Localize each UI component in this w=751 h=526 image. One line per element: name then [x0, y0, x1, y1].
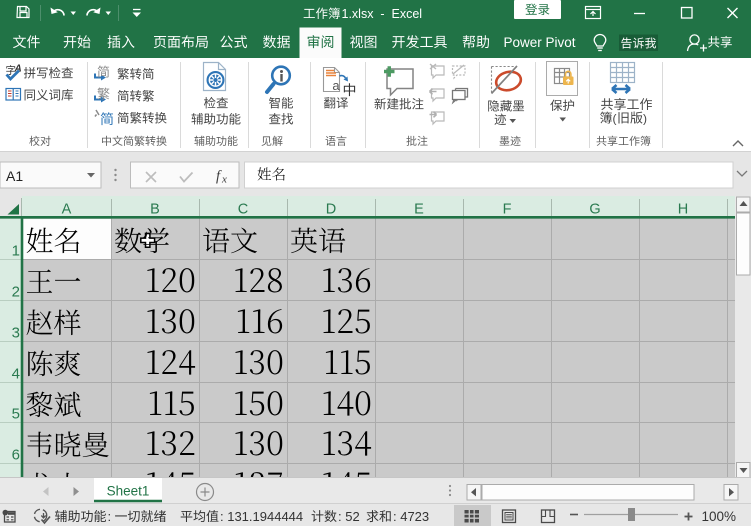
svg-text:5: 5	[12, 406, 20, 423]
svg-text:1: 1	[12, 243, 20, 260]
svg-text:2: 2	[12, 284, 20, 301]
svg-text::: :	[108, 509, 115, 524]
svg-text:3: 3	[12, 325, 20, 342]
svg-text:: 52: : 52	[338, 509, 360, 524]
svg-text:100%: 100%	[701, 509, 736, 524]
svg-text:F: F	[503, 202, 512, 218]
svg-text:): )	[643, 112, 647, 126]
svg-text:: 4723: : 4723	[393, 509, 429, 524]
svg-text:A: A	[14, 64, 22, 75]
svg-text:C: C	[238, 202, 248, 218]
svg-text:1.xlsx - Excel: 1.xlsx - Excel	[342, 7, 423, 21]
svg-text:G: G	[589, 202, 600, 218]
svg-text:E: E	[414, 202, 424, 218]
svg-text:a: a	[332, 78, 340, 93]
svg-text:A: A	[62, 202, 72, 218]
svg-text:B: B	[150, 202, 160, 218]
svg-text:A1: A1	[6, 168, 23, 184]
svg-text:D: D	[326, 202, 336, 218]
svg-text:4: 4	[12, 366, 20, 383]
svg-text:x: x	[221, 174, 227, 186]
svg-text:(: (	[613, 112, 617, 126]
svg-text:Power Pivot: Power Pivot	[503, 35, 575, 50]
svg-text:: 131.1944444: : 131.1944444	[220, 509, 303, 524]
svg-text:H: H	[678, 202, 688, 218]
svg-text:6: 6	[12, 447, 20, 464]
svg-text:Sheet1: Sheet1	[107, 484, 150, 499]
